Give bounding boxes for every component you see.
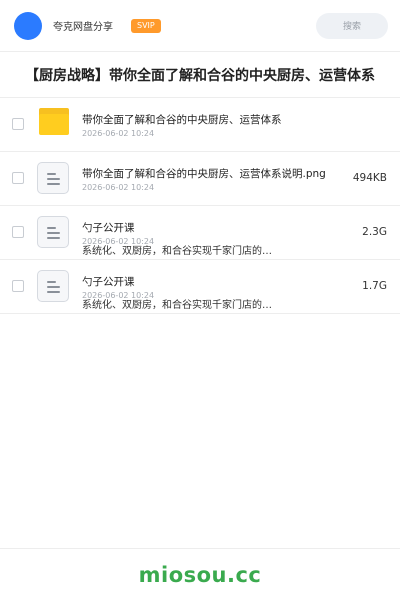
file-icon	[37, 162, 69, 194]
file-name: 带你全面了解和合谷的中央厨房、运营体系	[82, 114, 282, 126]
footer: miosou.cc	[0, 548, 400, 601]
file-size: 2.3G	[362, 226, 387, 238]
folder-icon	[39, 108, 69, 135]
top-bar: 夸克网盘分享 SVIP 搜索	[0, 0, 400, 52]
file-name: 勺子公开课	[82, 222, 135, 234]
file-row-course-2[interactable]: 勺子公开课 2026-06-02 10:24 系统化、双厨房，和合谷实现千家门店…	[0, 260, 400, 314]
search-button[interactable]: 搜索	[316, 12, 388, 39]
site-logo[interactable]: miosou.cc	[139, 563, 262, 587]
file-date: 2026-06-02 10:24	[82, 129, 155, 138]
file-row-folder[interactable]: 带你全面了解和合谷的中央厨房、运营体系 2026-06-02 10:24	[0, 98, 400, 152]
row-checkbox[interactable]	[12, 280, 24, 292]
file-row-course-1[interactable]: 勺子公开课 2026-06-02 10:24 系统化、双厨房，和合谷实现千家门店…	[0, 206, 400, 260]
file-size: 1.7G	[362, 280, 387, 292]
file-icon	[37, 270, 69, 302]
row-checkbox[interactable]	[12, 226, 24, 238]
file-size: 494KB	[352, 172, 387, 184]
file-date: 2026-06-02 10:24	[82, 183, 155, 192]
file-description: 系统化、双厨房，和合谷实现千家门店的…	[82, 300, 272, 311]
file-name: 带你全面了解和合谷的中央厨房、运营体系说明.png	[82, 168, 326, 180]
file-description: 系统化、双厨房，和合谷实现千家门店的…	[82, 246, 272, 257]
vip-badge: SVIP	[131, 18, 161, 33]
file-row-png[interactable]: 带你全面了解和合谷的中央厨房、运营体系说明.png 2026-06-02 10:…	[0, 152, 400, 206]
app-name: 夸克网盘分享	[53, 22, 113, 33]
file-icon	[37, 216, 69, 248]
file-name: 勺子公开课	[82, 276, 135, 288]
file-list: 带你全面了解和合谷的中央厨房、运营体系 2026-06-02 10:24 带你全…	[0, 98, 400, 314]
avatar[interactable]	[14, 11, 42, 40]
row-checkbox[interactable]	[12, 118, 24, 130]
row-checkbox[interactable]	[12, 172, 24, 184]
page-title: 【厨房战略】带你全面了解和合谷的中央厨房、运营体系	[0, 52, 400, 98]
